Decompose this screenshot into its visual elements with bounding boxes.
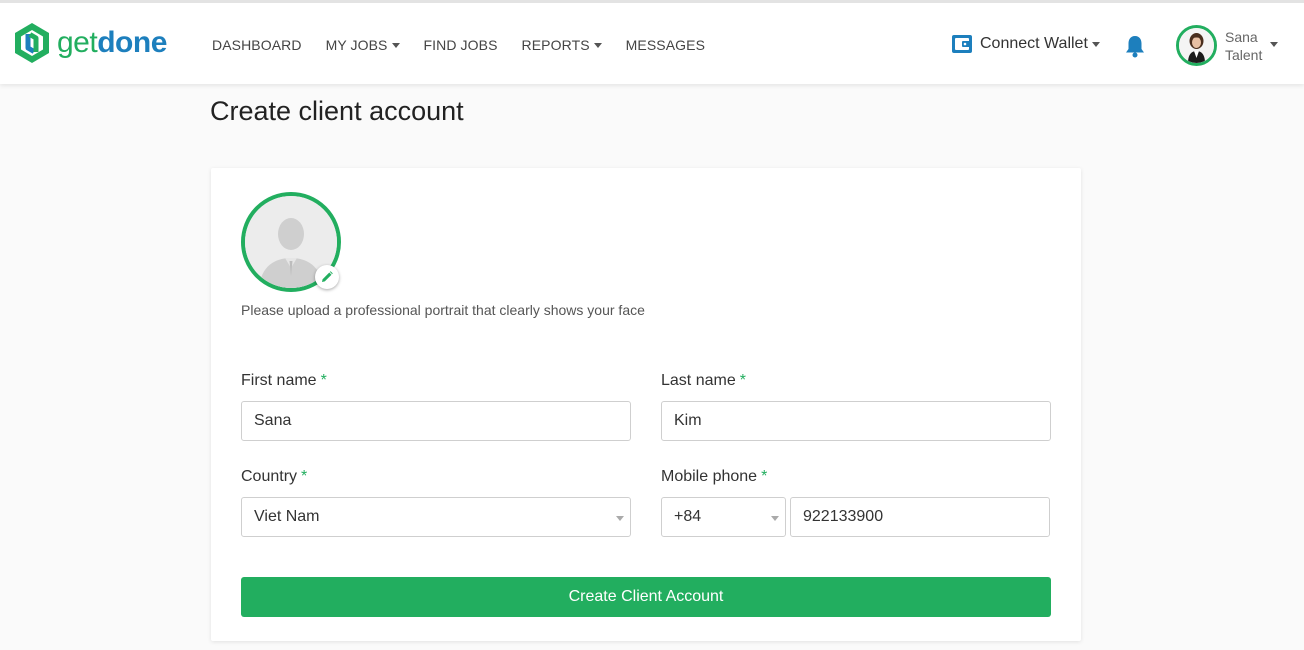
chevron-down-icon	[616, 516, 624, 521]
edit-portrait-button[interactable]	[315, 265, 339, 289]
nav-find-jobs[interactable]: FIND JOBS	[424, 37, 498, 53]
required-mark: *	[761, 468, 768, 485]
create-client-account-button[interactable]: Create Client Account	[241, 577, 1051, 617]
required-mark: *	[301, 468, 308, 485]
nav-messages[interactable]: MESSAGES	[626, 37, 705, 53]
pencil-icon	[322, 271, 333, 282]
nav-dashboard[interactable]: DASHBOARD	[212, 37, 302, 53]
required-mark: *	[320, 372, 327, 389]
avatar	[1176, 25, 1217, 66]
chevron-down-icon	[593, 42, 602, 48]
getdone-logo[interactable]: getdone	[13, 22, 167, 64]
connect-wallet-button[interactable]: Connect Wallet	[951, 34, 1100, 54]
user-photo-icon	[1179, 28, 1214, 63]
country-label: Country *	[241, 468, 307, 486]
chevron-down-icon	[391, 42, 400, 48]
first-name-label-text: First name	[241, 372, 317, 389]
connect-wallet-label: Connect Wallet	[980, 35, 1088, 52]
user-role: Talent	[1225, 46, 1263, 63]
country-code-select[interactable]: +84	[661, 497, 786, 537]
nav-find-jobs-label: FIND JOBS	[423, 37, 498, 53]
mobile-number-input[interactable]	[790, 497, 1050, 537]
upload-hint: Please upload a professional portrait th…	[241, 302, 645, 318]
country-label-text: Country	[241, 468, 298, 485]
chevron-down-icon	[1091, 41, 1100, 47]
required-mark: *	[739, 372, 746, 389]
page-title: Create client account	[210, 96, 464, 126]
mobile-phone-label: Mobile phone *	[661, 468, 767, 486]
bell-icon[interactable]	[1124, 34, 1146, 58]
user-info: Sana Talent	[1225, 28, 1262, 64]
country-select-value: Viet Nam	[254, 508, 320, 525]
user-menu[interactable]: Sana Talent	[1176, 25, 1279, 66]
nav-messages-label: MESSAGES	[625, 37, 706, 53]
first-name-input[interactable]	[241, 401, 631, 441]
first-name-label: First name *	[241, 372, 327, 390]
create-client-form-card: Please upload a professional portrait th…	[211, 168, 1081, 641]
nav-dashboard-label: DASHBOARD	[212, 37, 302, 53]
logo-word-get: get	[57, 26, 98, 59]
last-name-label: Last name *	[661, 372, 746, 390]
nav-reports-label: REPORTS	[521, 37, 590, 53]
user-name: Sana	[1225, 28, 1258, 45]
chevron-down-icon	[1270, 42, 1279, 47]
mobile-phone-label-text: Mobile phone	[661, 468, 758, 485]
last-name-input[interactable]	[661, 401, 1051, 441]
logo-mark-icon	[15, 23, 49, 63]
wallet-icon	[952, 35, 972, 53]
country-code-value: +84	[674, 508, 702, 525]
nav-my-jobs[interactable]: MY JOBS	[326, 37, 400, 53]
top-navbar: getdone DASHBOARD MY JOBS FIND JOBS REPO…	[0, 0, 1304, 84]
logo-word-done: done	[97, 26, 167, 59]
nav-my-jobs-label: MY JOBS	[325, 37, 388, 53]
country-select[interactable]: Viet Nam	[241, 497, 631, 537]
logo-wordmark: getdone	[57, 28, 167, 58]
nav-reports[interactable]: REPORTS	[522, 37, 602, 53]
chevron-down-icon	[771, 516, 779, 521]
main-nav: DASHBOARD MY JOBS FIND JOBS REPORTS MESS…	[200, 3, 717, 87]
last-name-label-text: Last name	[661, 372, 736, 389]
